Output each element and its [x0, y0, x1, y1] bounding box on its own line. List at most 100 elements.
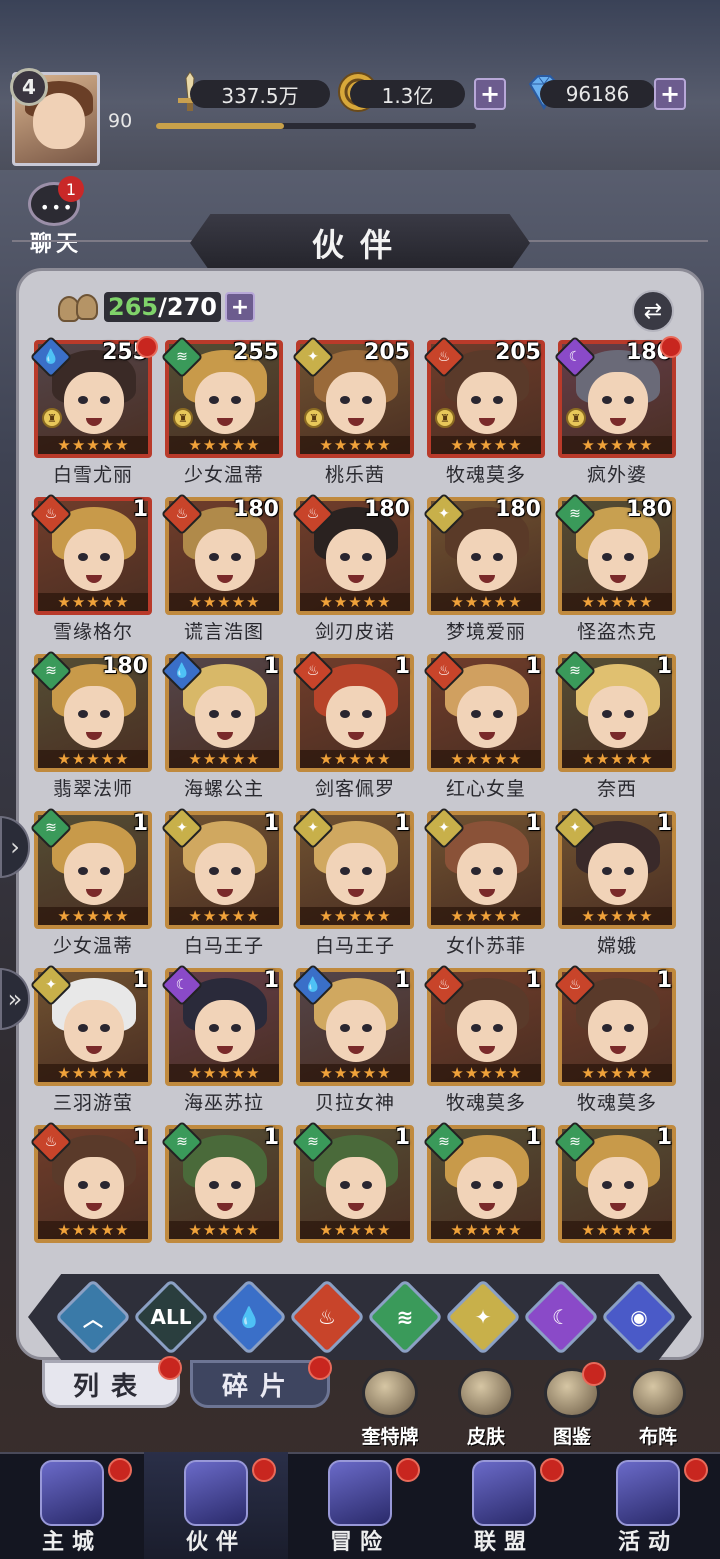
hero-card[interactable]: ★ ★ ★ ★ ★ ♨ 1 牧魂莫多 [419, 960, 545, 1114]
hero-name: 白马王子 [314, 935, 395, 957]
hero-card[interactable]: ★ ★ ★ ★ ★ ≋ 1 [157, 1117, 283, 1250]
hero-level: 1 [656, 654, 672, 679]
hero-card[interactable]: ★ ★ ★ ★ ★ 💧 1 贝拉女神 [288, 960, 414, 1114]
star-rating: ★ ★ ★ ★ ★ [431, 1221, 541, 1239]
hero-card[interactable]: ★ ★ ★ ★ ★ ♨ 180 谎言浩图 [157, 489, 283, 643]
star-rating: ★ ★ ★ ★ ★ [169, 593, 279, 611]
hero-name: 白马王子 [183, 935, 264, 957]
star-rating: ★ ★ ★ ★ ★ [300, 436, 410, 454]
party-icon [56, 290, 102, 324]
hero-card[interactable]: ★ ★ ★ ★ ★ ✦ 1 白马王子 [157, 803, 283, 957]
formation-rook-icon: ♜ [173, 408, 193, 428]
hero-card[interactable]: ★ ★ ★ ★ ★ ♜ ☾ 180 疯外婆 [550, 332, 682, 486]
formation-icon [630, 1368, 686, 1418]
player-level: 90 [108, 110, 133, 132]
hero-level: 180 [364, 497, 410, 522]
hero-name: 海巫苏拉 [183, 1092, 264, 1114]
hero-card[interactable]: ★ ★ ★ ★ ★ ≋ 1 少女温蒂 [26, 803, 152, 957]
chat-button[interactable]: ••• 1 聊天 [22, 176, 86, 257]
roster-count-box: 265/270 [104, 292, 221, 322]
hero-level: 1 [263, 654, 279, 679]
hero-card[interactable]: ★ ★ ★ ★ ★ ♨ 1 [26, 1117, 152, 1250]
hero-card[interactable]: ★ ★ ★ ★ ★ ≋ 1 [550, 1117, 676, 1250]
hero-level: 255 [233, 340, 279, 365]
compass-icon [328, 1460, 392, 1526]
hero-name: 翡翠法师 [52, 778, 133, 800]
hero-level: 1 [525, 811, 541, 836]
hero-level: 1 [525, 654, 541, 679]
xp-bar [156, 123, 476, 129]
hero-card[interactable]: ★ ★ ★ ★ ★ ✦ 1 白马王子 [288, 803, 414, 957]
nav-label: 冒险 [329, 1530, 390, 1555]
star-rating: ★ ★ ★ ★ ★ [562, 436, 672, 454]
hero-card[interactable]: ★ ★ ★ ★ ★ ♨ 1 红心女皇 [419, 646, 545, 800]
feature-formation-button[interactable]: 布阵 [618, 1368, 698, 1448]
star-rating: ★ ★ ★ ★ ★ [38, 436, 148, 454]
hero-level: 205 [495, 340, 541, 365]
hero-name: 女仆苏菲 [445, 935, 526, 957]
hero-card[interactable]: ★ ★ ★ ★ ★ ✦ 1 三羽游萤 [26, 960, 152, 1114]
formation-rook-icon: ♜ [42, 408, 62, 428]
hero-card[interactable]: ★ ★ ★ ★ ★ ≋ 180 怪盗杰克 [550, 489, 676, 643]
add-gems-button[interactable]: + [654, 78, 686, 110]
hero-card[interactable]: ★ ★ ★ ★ ★ ♜ ≋ 255 少女温蒂 [157, 332, 283, 486]
filter-label: 💧 [236, 1305, 262, 1329]
hero-name: 贝拉女神 [314, 1092, 395, 1114]
hero-card[interactable]: ★ ★ ★ ★ ★ ♨ 1 剑客佩罗 [288, 646, 414, 800]
star-rating: ★ ★ ★ ★ ★ [431, 750, 541, 768]
hero-card[interactable]: ★ ★ ★ ★ ★ ✦ 1 嫦娥 [550, 803, 676, 957]
nav-label: 活动 [617, 1530, 678, 1555]
hero-level: 1 [132, 497, 148, 522]
hero-card[interactable]: ★ ★ ★ ★ ★ ♨ 1 牧魂莫多 [550, 960, 676, 1114]
add-gold-button[interactable]: + [474, 78, 506, 110]
feature-outfit-button[interactable]: 皮肤 [446, 1368, 526, 1448]
wizard-hat-icon [184, 1460, 248, 1526]
tab-list-dot [158, 1356, 182, 1380]
castle-icon [40, 1460, 104, 1526]
hero-name: 三羽游萤 [52, 1092, 133, 1114]
hero-card[interactable]: ★ ★ ★ ★ ★ ♜ ✦ 205 桃乐茜 [288, 332, 414, 486]
hero-card[interactable]: ★ ★ ★ ★ ★ ✦ 180 梦境爱丽 [419, 489, 545, 643]
hero-level: 1 [263, 811, 279, 836]
filter-label: ☾ [552, 1305, 570, 1329]
expand-roster-button[interactable]: + [224, 292, 255, 322]
hero-name: 嫦娥 [596, 935, 637, 957]
hero-card[interactable]: ★ ★ ★ ★ ★ ≋ 1 奈西 [550, 646, 676, 800]
star-rating: ★ ★ ★ ★ ★ [300, 1221, 410, 1239]
roster-count: 265/270 + [56, 290, 255, 324]
codex-dot [582, 1362, 606, 1386]
hero-card[interactable]: ★ ★ ★ ★ ★ ☾ 1 海巫苏拉 [157, 960, 283, 1114]
tab-fragments-dot [308, 1356, 332, 1380]
hero-level: 1 [394, 811, 410, 836]
hero-name: 桃乐茜 [324, 464, 385, 486]
hero-name: 牧魂莫多 [576, 1092, 657, 1114]
hero-card[interactable]: ★ ★ ★ ★ ★ ✦ 1 女仆苏菲 [419, 803, 545, 957]
hero-card[interactable]: ★ ★ ★ ★ ★ ♜ ♨ 205 牧魂莫多 [419, 332, 545, 486]
nav-notification-dot [540, 1458, 564, 1482]
hero-card[interactable]: ★ ★ ★ ★ ★ ≋ 1 [288, 1117, 414, 1250]
hero-card[interactable]: ★ ★ ★ ★ ★ ♨ 1 雪缘格尔 [26, 489, 152, 643]
nav-notification-dot [396, 1458, 420, 1482]
star-rating: ★ ★ ★ ★ ★ [300, 1064, 410, 1082]
star-rating: ★ ★ ★ ★ ★ [431, 436, 541, 454]
hero-name: 疯外婆 [586, 464, 647, 486]
hero-level: 1 [394, 654, 410, 679]
star-rating: ★ ★ ★ ★ ★ [38, 907, 148, 925]
sort-swap-button[interactable]: ⇄ [632, 290, 674, 332]
hero-level: 1 [394, 1125, 410, 1150]
star-rating: ★ ★ ★ ★ ★ [562, 1221, 672, 1239]
outfit-icon [458, 1368, 514, 1418]
hero-card[interactable]: ★ ★ ★ ★ ★ ♨ 180 剑刃皮诺 [288, 489, 414, 643]
hero-card[interactable]: ★ ★ ★ ★ ★ ♜ 💧 255 白雪尤丽 [26, 332, 158, 486]
star-rating: ★ ★ ★ ★ ★ [562, 750, 672, 768]
feature-card-button[interactable]: 奎特牌 [350, 1368, 430, 1448]
hero-level: 1 [656, 811, 672, 836]
star-rating: ★ ★ ★ ★ ★ [169, 1221, 279, 1239]
filter-label: ◉ [630, 1305, 648, 1329]
nav-notification-dot [108, 1458, 132, 1482]
hero-card[interactable]: ★ ★ ★ ★ ★ 💧 1 海螺公主 [157, 646, 283, 800]
gem-value: 96186 [540, 80, 655, 108]
hero-name: 牧魂莫多 [445, 464, 526, 486]
hero-card[interactable]: ★ ★ ★ ★ ★ ≋ 1 [419, 1117, 545, 1250]
hero-card[interactable]: ★ ★ ★ ★ ★ ≋ 180 翡翠法师 [26, 646, 152, 800]
